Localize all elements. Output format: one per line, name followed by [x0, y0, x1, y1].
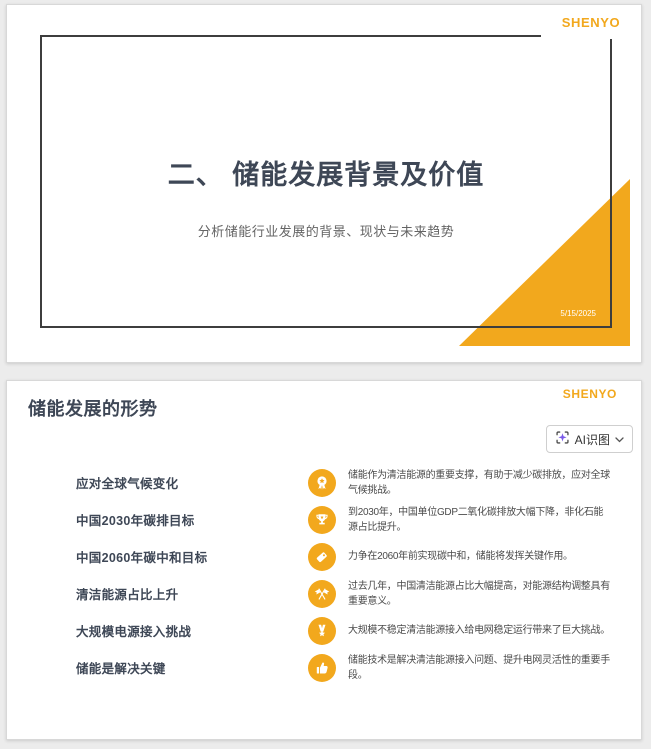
item-description: 过去几年，中国清洁能源占比大幅提高，对能源结构调整具有重要意义。 [348, 580, 610, 607]
list-item: 大规模电源接入挑战 大规模不稳定清洁能源接入给电网稳定运行带来了巨大挑战。 [76, 612, 610, 649]
item-label: 大规模电源接入挑战 [76, 625, 192, 639]
trophy-icon [308, 505, 336, 534]
item-description: 力争在2060年前实现碳中和，储能将发挥关键作用。 [348, 551, 573, 562]
slide-2[interactable]: 储能发展的形势 SHENYO AI识图 应对全球气候变化 储能作为清洁能源的重要… [6, 380, 642, 740]
item-description: 大规模不稳定清洁能源接入给电网稳定运行带来了巨大挑战。 [348, 625, 610, 636]
item-description: 储能作为清洁能源的重要支撑，有助于减少碳排放，应对全球气候挑战。 [348, 469, 610, 496]
slide-1[interactable]: 二、 储能发展背景及价值 分析储能行业发展的背景、现状与未来趋势 5/15/20… [6, 4, 642, 363]
logo-box: SHENYO [541, 5, 641, 39]
item-label: 储能是解决关键 [76, 662, 166, 676]
scan-sparkle-icon [555, 430, 570, 448]
tag-icon [308, 542, 336, 571]
section-subtitle: 分析储能行业发展的背景、现状与未来趋势 [197, 224, 455, 239]
item-description: 储能技术是解决清洁能源接入问题、提升电网灵活性的重要手段。 [348, 654, 610, 681]
slide-date: 5/15/2025 [560, 309, 596, 318]
brand-logo: SHENYO [561, 14, 621, 30]
thumbs-up-icon [308, 653, 336, 682]
medal-star-icon [308, 616, 336, 645]
award-medal-icon [308, 468, 336, 497]
ai-button-label: AI识图 [574, 432, 610, 447]
chevron-down-icon[interactable] [615, 432, 624, 446]
feature-list: 应对全球气候变化 储能作为清洁能源的重要支撑，有助于减少碳排放，应对全球气候挑战… [76, 464, 610, 686]
list-item: 中国2030年碳排目标 到2030年，中国单位GDP二氧化碳排放大幅下降，非化石… [76, 501, 610, 538]
item-label: 中国2030年碳排目标 [76, 514, 195, 528]
page-title: 储能发展的形势 [28, 399, 158, 419]
item-label: 中国2060年碳中和目标 [76, 551, 208, 565]
item-label: 应对全球气候变化 [76, 477, 179, 491]
section-title: 二、 储能发展背景及价值 [167, 160, 485, 190]
crossed-flags-icon [308, 579, 336, 608]
item-label: 清洁能源占比上升 [76, 588, 179, 602]
title-frame: 二、 储能发展背景及价值 分析储能行业发展的背景、现状与未来趋势 [40, 35, 612, 328]
list-item: 储能是解决关键 储能技术是解决清洁能源接入问题、提升电网灵活性的重要手段。 [76, 649, 610, 686]
list-item: 清洁能源占比上升 过去几年，中国清洁能源占比大幅提高，对能源结构调整具有重要意义… [76, 575, 610, 612]
ai-recognize-button[interactable]: AI识图 [545, 425, 633, 453]
item-description: 到2030年，中国单位GDP二氧化碳排放大幅下降，非化石能源占比提升。 [348, 506, 604, 533]
list-item: 应对全球气候变化 储能作为清洁能源的重要支撑，有助于减少碳排放，应对全球气候挑战… [76, 464, 610, 501]
list-item: 中国2060年碳中和目标 力争在2060年前实现碳中和，储能将发挥关键作用。 [76, 538, 610, 575]
brand-logo: SHENYO [562, 387, 617, 401]
